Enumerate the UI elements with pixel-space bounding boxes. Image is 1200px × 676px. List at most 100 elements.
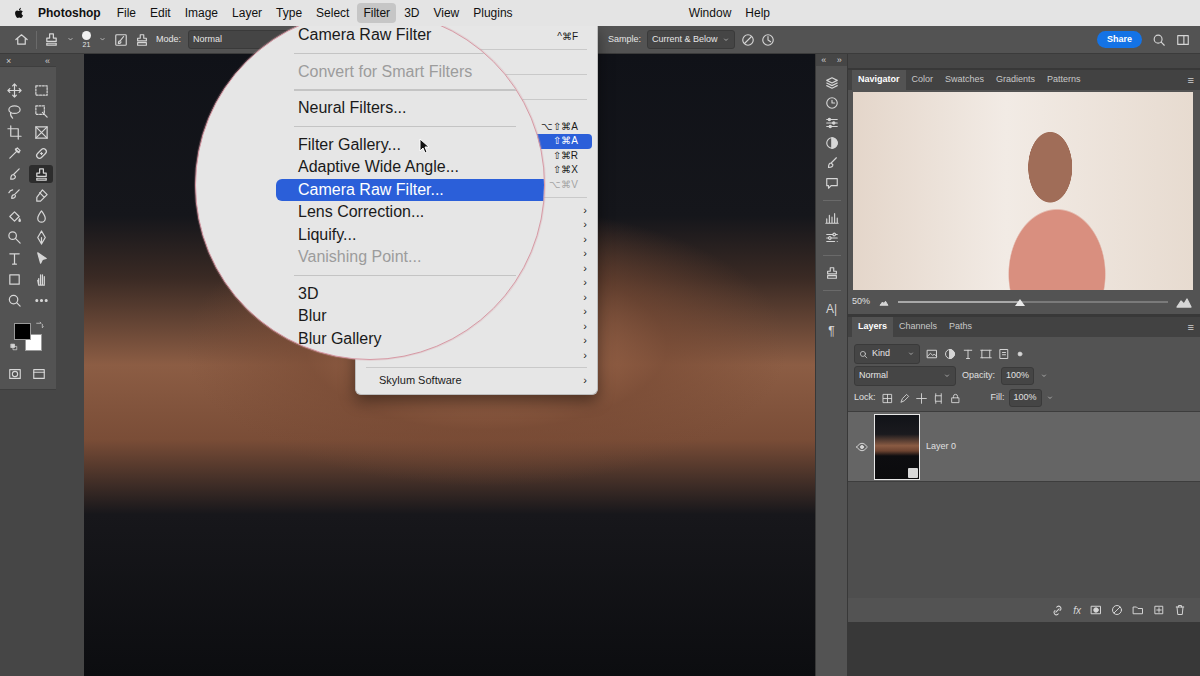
- tool-button[interactable]: [29, 270, 53, 288]
- menu-item-row[interactable]: Vanishing Point...: [276, 246, 545, 269]
- image-filter-icon[interactable]: [926, 348, 938, 360]
- menu-item[interactable]: Filter: [357, 3, 396, 23]
- menu-item[interactable]: Blur: [276, 305, 545, 328]
- tool-button[interactable]: [2, 270, 26, 288]
- fx-button[interactable]: fx: [1073, 603, 1081, 618]
- share-button[interactable]: Share: [1097, 31, 1142, 48]
- menu-item[interactable]: Lens Correction...: [276, 201, 545, 224]
- caret-icon[interactable]: [1040, 372, 1048, 380]
- menu-item[interactable]: Adaptive Wide Angle...: [276, 156, 545, 179]
- tool-button[interactable]: [29, 144, 53, 162]
- tool-button[interactable]: [2, 186, 26, 204]
- search-icon[interactable]: [1152, 33, 1166, 47]
- menu-item[interactable]: Convert for Smart Filters: [276, 61, 545, 84]
- menu-item-row[interactable]: Convert for Smart Filters: [276, 61, 545, 84]
- histogram-icon[interactable]: [825, 211, 839, 225]
- panel-menu[interactable]: ≡: [1188, 70, 1200, 90]
- tool-button[interactable]: [2, 144, 26, 162]
- newl-icon[interactable]: [1153, 604, 1165, 616]
- menu-item[interactable]: Layer: [226, 3, 268, 23]
- pressure-icon[interactable]: [761, 33, 775, 47]
- caret-icon[interactable]: [98, 35, 107, 44]
- eye-icon[interactable]: [856, 441, 868, 453]
- zoom-slider[interactable]: [898, 301, 1168, 303]
- menu-item[interactable]: Window: [683, 3, 738, 23]
- menu-item[interactable]: Camera Raw Filter: [276, 24, 545, 47]
- menu-item[interactable]: Skylum Software›: [361, 373, 592, 388]
- circlehalf-filter-icon[interactable]: [944, 348, 956, 360]
- lock-lock-icon[interactable]: [950, 393, 961, 404]
- tool-button[interactable]: [2, 291, 26, 309]
- tool-button[interactable]: [29, 102, 53, 120]
- zoom-in-icon[interactable]: [1176, 294, 1192, 310]
- menu-item-row[interactable]: Blur Gallery: [276, 328, 545, 351]
- layersic-icon[interactable]: [825, 76, 839, 90]
- clone-stamp-icon[interactable]: [44, 32, 59, 47]
- brush-settings-icon[interactable]: [114, 33, 128, 47]
- close-button[interactable]: ×: [6, 56, 11, 66]
- menu-item-row[interactable]: Neural Filters...: [276, 97, 545, 120]
- menu-item[interactable]: File: [111, 3, 142, 23]
- foreground-color[interactable]: [14, 323, 31, 340]
- trash-icon[interactable]: [1174, 604, 1186, 616]
- clone-source-icon[interactable]: [825, 266, 839, 280]
- swap-icon[interactable]: [35, 321, 44, 330]
- panel-tab[interactable]: Swatches: [939, 70, 990, 90]
- menu-item[interactable]: Vanishing Point...: [276, 246, 545, 269]
- collapse-button[interactable]: «: [45, 56, 50, 66]
- menu-item[interactable]: Plugins: [467, 3, 518, 23]
- panel-tab[interactable]: Paths: [943, 317, 978, 337]
- zoom-out-icon[interactable]: [878, 296, 890, 308]
- shape-filter-icon[interactable]: [980, 348, 992, 360]
- workspace-icon[interactable]: [1176, 33, 1190, 47]
- expand-button[interactable]: »: [837, 54, 842, 66]
- panel-tab[interactable]: Color: [906, 70, 940, 90]
- app-menu[interactable]: Photoshop: [36, 2, 109, 24]
- menu-item-row[interactable]: Camera Raw Filter: [276, 24, 545, 47]
- blend-dropdown[interactable]: Normal: [854, 366, 956, 386]
- menu-item[interactable]: View: [427, 3, 465, 23]
- mask-icon[interactable]: [1090, 604, 1102, 616]
- default-colors-icon[interactable]: [10, 343, 19, 352]
- tool-button[interactable]: [2, 102, 26, 120]
- menu-item[interactable]: Blur Gallery: [276, 328, 545, 351]
- menu-item-row[interactable]: 3D: [276, 283, 545, 306]
- tool-button[interactable]: [29, 123, 53, 141]
- zoom-value[interactable]: 50%: [852, 295, 870, 309]
- tool-button[interactable]: [29, 165, 53, 183]
- tool-button[interactable]: [2, 207, 26, 225]
- folder-icon[interactable]: [1132, 604, 1144, 616]
- adjust-icon[interactable]: [1111, 604, 1123, 616]
- menu-item[interactable]: Edit: [144, 3, 177, 23]
- menu-item[interactable]: Image: [179, 3, 224, 23]
- tool-button[interactable]: [29, 249, 53, 267]
- checker-lock-icon[interactable]: [882, 393, 893, 404]
- tool-button[interactable]: [29, 228, 53, 246]
- clone-source-icon[interactable]: [135, 33, 149, 47]
- brushpanel-icon[interactable]: [825, 156, 839, 170]
- circlehalf-icon[interactable]: [825, 136, 839, 150]
- arrows-lock-icon[interactable]: [916, 393, 927, 404]
- screen-mode-icon[interactable]: [32, 367, 46, 381]
- tool-button[interactable]: [29, 81, 53, 99]
- panel-glyph[interactable]: ¶: [828, 323, 834, 339]
- menu-item[interactable]: 3D: [398, 3, 425, 23]
- menu-item-row[interactable]: Lens Correction...: [276, 201, 545, 224]
- fill-field[interactable]: 100%: [1009, 389, 1042, 407]
- zoom-thumb[interactable]: [1015, 299, 1025, 306]
- tool-button[interactable]: [29, 291, 53, 309]
- menu-item-row[interactable]: Camera Raw Filter...: [276, 179, 545, 202]
- brush-preset[interactable]: 21: [82, 31, 91, 49]
- tool-button[interactable]: [2, 249, 26, 267]
- filter-toggle-icon[interactable]: [1016, 350, 1024, 358]
- props-icon[interactable]: [825, 231, 839, 245]
- quick-mask-icon[interactable]: [8, 367, 22, 381]
- menu-item[interactable]: Select: [310, 3, 355, 23]
- ignore-adjustments-icon[interactable]: [741, 33, 755, 47]
- layer-name[interactable]: Layer 0: [926, 440, 956, 454]
- tool-button[interactable]: [2, 165, 26, 183]
- menu-item[interactable]: Filter Gallery...: [276, 134, 545, 157]
- tool-button[interactable]: [29, 207, 53, 225]
- sample-dropdown[interactable]: Current & Below: [647, 30, 735, 50]
- panel-menu[interactable]: ≡: [1188, 317, 1200, 337]
